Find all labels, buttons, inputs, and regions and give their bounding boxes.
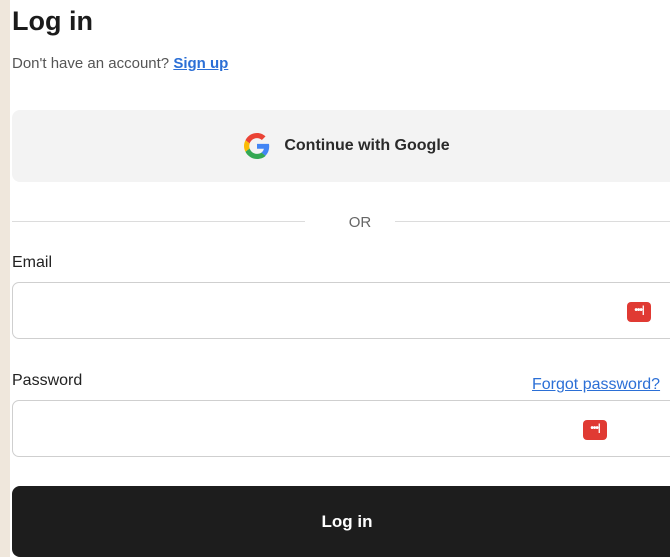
divider-right — [395, 221, 670, 222]
divider-left — [12, 221, 305, 222]
login-button[interactable]: Log in — [12, 486, 670, 557]
email-label: Email — [12, 254, 53, 271]
continue-with-google-button[interactable]: Continue with Google — [12, 110, 670, 182]
google-icon — [244, 133, 270, 159]
password-manager-icon[interactable]: •••| — [583, 420, 607, 440]
password-field-container: •••| — [12, 400, 670, 457]
divider-text: OR — [348, 214, 372, 231]
email-field[interactable] — [13, 283, 670, 338]
signup-prompt-text: Don't have an account? — [12, 55, 170, 72]
email-field-container: •••| — [12, 282, 670, 339]
password-field[interactable] — [13, 401, 670, 456]
password-label: Password — [12, 372, 83, 389]
signup-link[interactable]: Sign up — [173, 55, 228, 72]
google-button-label: Continue with Google — [284, 137, 450, 154]
signup-prompt: Don't have an account? Sign up — [12, 55, 228, 72]
forgot-password-link[interactable]: Forgot password? — [532, 376, 660, 394]
page-title: Log in — [12, 6, 93, 36]
password-manager-icon[interactable]: •••| — [627, 302, 651, 322]
login-card: Log in Don't have an account? Sign up Co… — [0, 0, 670, 557]
